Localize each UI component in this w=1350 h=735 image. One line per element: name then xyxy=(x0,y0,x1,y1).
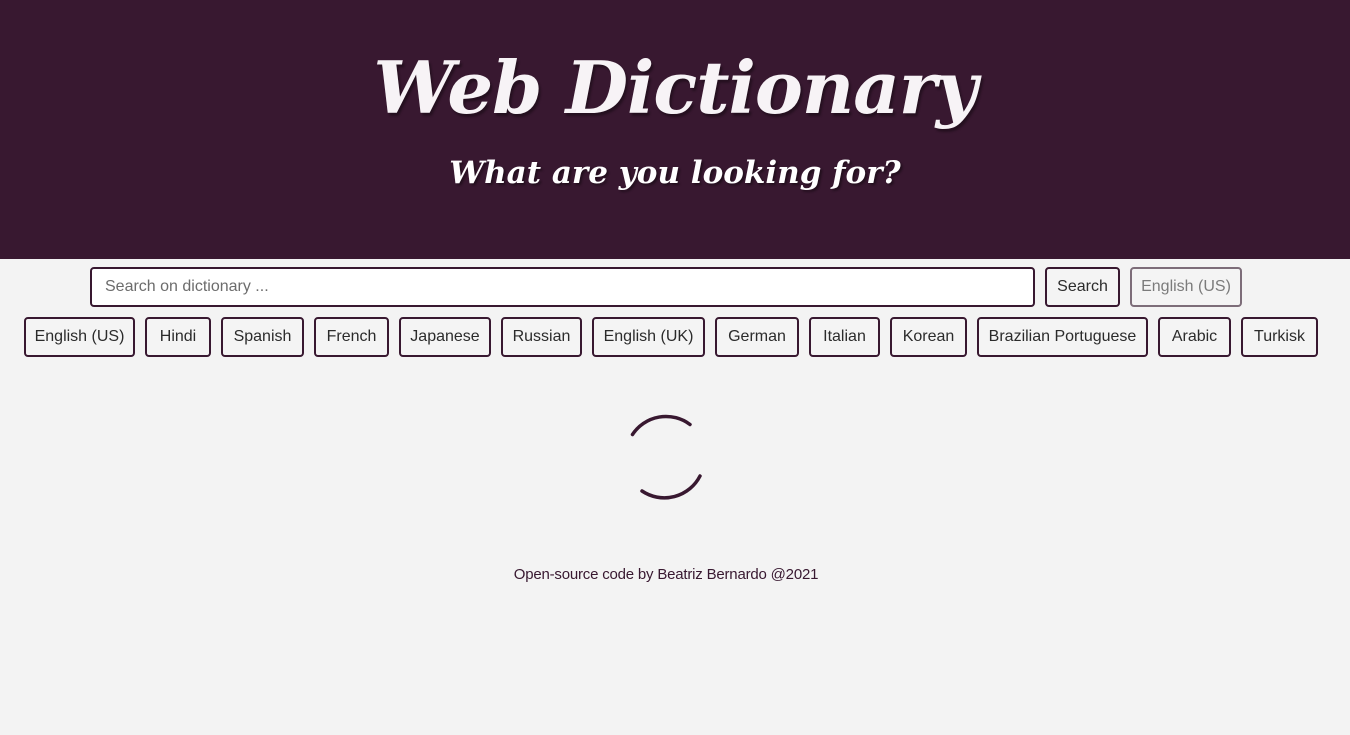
language-button-spanish[interactable]: Spanish xyxy=(221,317,304,357)
search-bar: Search English (US) xyxy=(0,267,1350,307)
language-button-hindi[interactable]: Hindi xyxy=(145,317,211,357)
language-button-french[interactable]: French xyxy=(314,317,389,357)
search-button[interactable]: Search xyxy=(1045,267,1120,307)
language-button-korean[interactable]: Korean xyxy=(890,317,967,357)
footer-credit: Open-source code by Beatriz Bernardo @20… xyxy=(513,566,819,583)
app-subtitle: What are you looking for? xyxy=(449,155,901,191)
loading-spinner-icon xyxy=(622,412,710,500)
language-button-arabic[interactable]: Arabic xyxy=(1158,317,1231,357)
app-title: Web Dictionary xyxy=(373,45,977,130)
language-button-turkisk[interactable]: Turkisk xyxy=(1241,317,1318,357)
search-input[interactable] xyxy=(90,267,1035,307)
language-button-italian[interactable]: Italian xyxy=(809,317,880,357)
language-button-german[interactable]: German xyxy=(715,317,799,357)
header: Web Dictionary What are you looking for? xyxy=(0,0,1350,259)
current-language-button[interactable]: English (US) xyxy=(1130,267,1242,307)
language-button-russian[interactable]: Russian xyxy=(501,317,582,357)
language-button-english-us[interactable]: English (US) xyxy=(24,317,135,357)
language-button-japanese[interactable]: Japanese xyxy=(399,317,491,357)
language-button-brazilian-portuguese[interactable]: Brazilian Portuguese xyxy=(977,317,1148,357)
language-buttons: English (US) Hindi Spanish French Japane… xyxy=(0,317,1350,357)
language-button-english-uk[interactable]: English (UK) xyxy=(592,317,705,357)
